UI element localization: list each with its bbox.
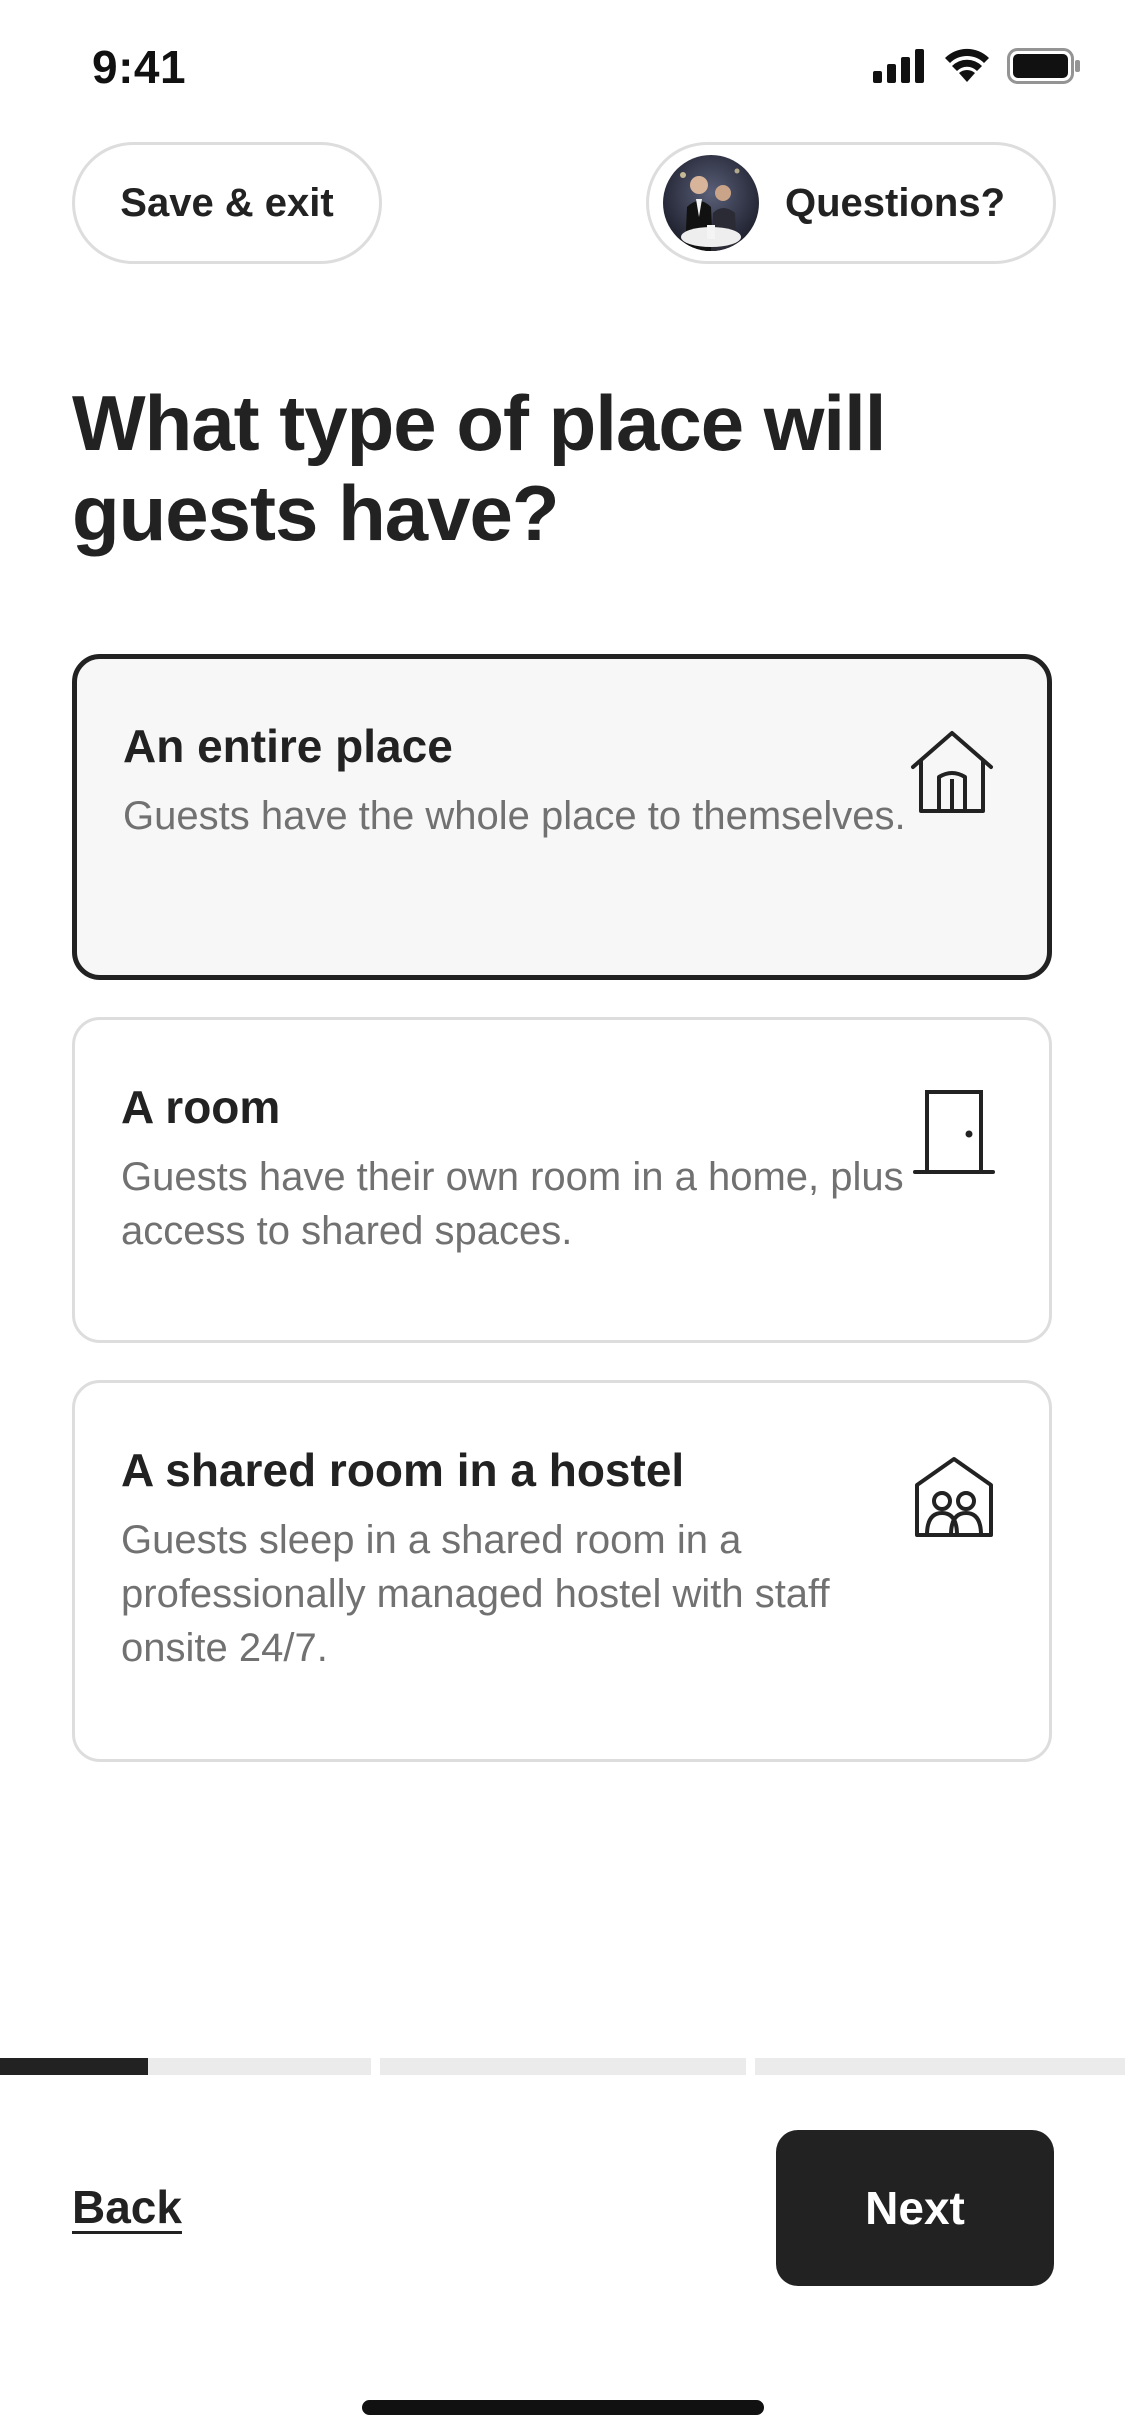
next-button[interactable]: Next: [776, 2130, 1054, 2286]
page-title: What type of place will guests have?: [72, 379, 886, 557]
option-title: A shared room in a hostel: [121, 1444, 685, 1496]
battery-icon: [1007, 48, 1080, 84]
progress-segment: [380, 2058, 746, 2075]
option-title: A room: [121, 1081, 281, 1133]
cellular-signal-icon: [873, 49, 924, 83]
questions-button[interactable]: Questions?: [646, 142, 1056, 264]
status-bar: 9:41: [0, 0, 1125, 132]
option-entire-place[interactable]: An entire place Guests have the whole pl…: [72, 654, 1052, 980]
shared-room-icon: [915, 1457, 993, 1537]
house-icon: [911, 731, 993, 813]
door-icon: [913, 1090, 995, 1174]
wifi-icon: [945, 48, 989, 82]
option-description: Guests sleep in a shared room in a profe…: [121, 1518, 830, 1670]
save-and-exit-label: Save & exit: [120, 180, 334, 225]
option-shared-room-hostel[interactable]: A shared room in a hostel Guests sleep i…: [72, 1380, 1052, 1762]
option-title: An entire place: [123, 720, 453, 772]
option-room[interactable]: A room Guests have their own room in a h…: [72, 1017, 1052, 1343]
option-description: Guests have their own room in a home, pl…: [121, 1155, 904, 1253]
status-time: 9:41: [92, 41, 187, 93]
home-indicator: [362, 2400, 764, 2415]
progress-bar: [0, 2058, 1125, 2075]
progress-segment: [755, 2058, 1125, 2075]
questions-label: Questions?: [785, 180, 1006, 225]
progress-fill: [0, 2058, 149, 2075]
save-and-exit-button[interactable]: Save & exit: [72, 142, 382, 264]
status-icons: [873, 48, 1081, 84]
progress-segment: [0, 2058, 371, 2075]
option-description: Guests have the whole place to themselve…: [123, 794, 906, 838]
back-button[interactable]: Back: [72, 2180, 182, 2234]
host-avatar: [663, 155, 759, 251]
